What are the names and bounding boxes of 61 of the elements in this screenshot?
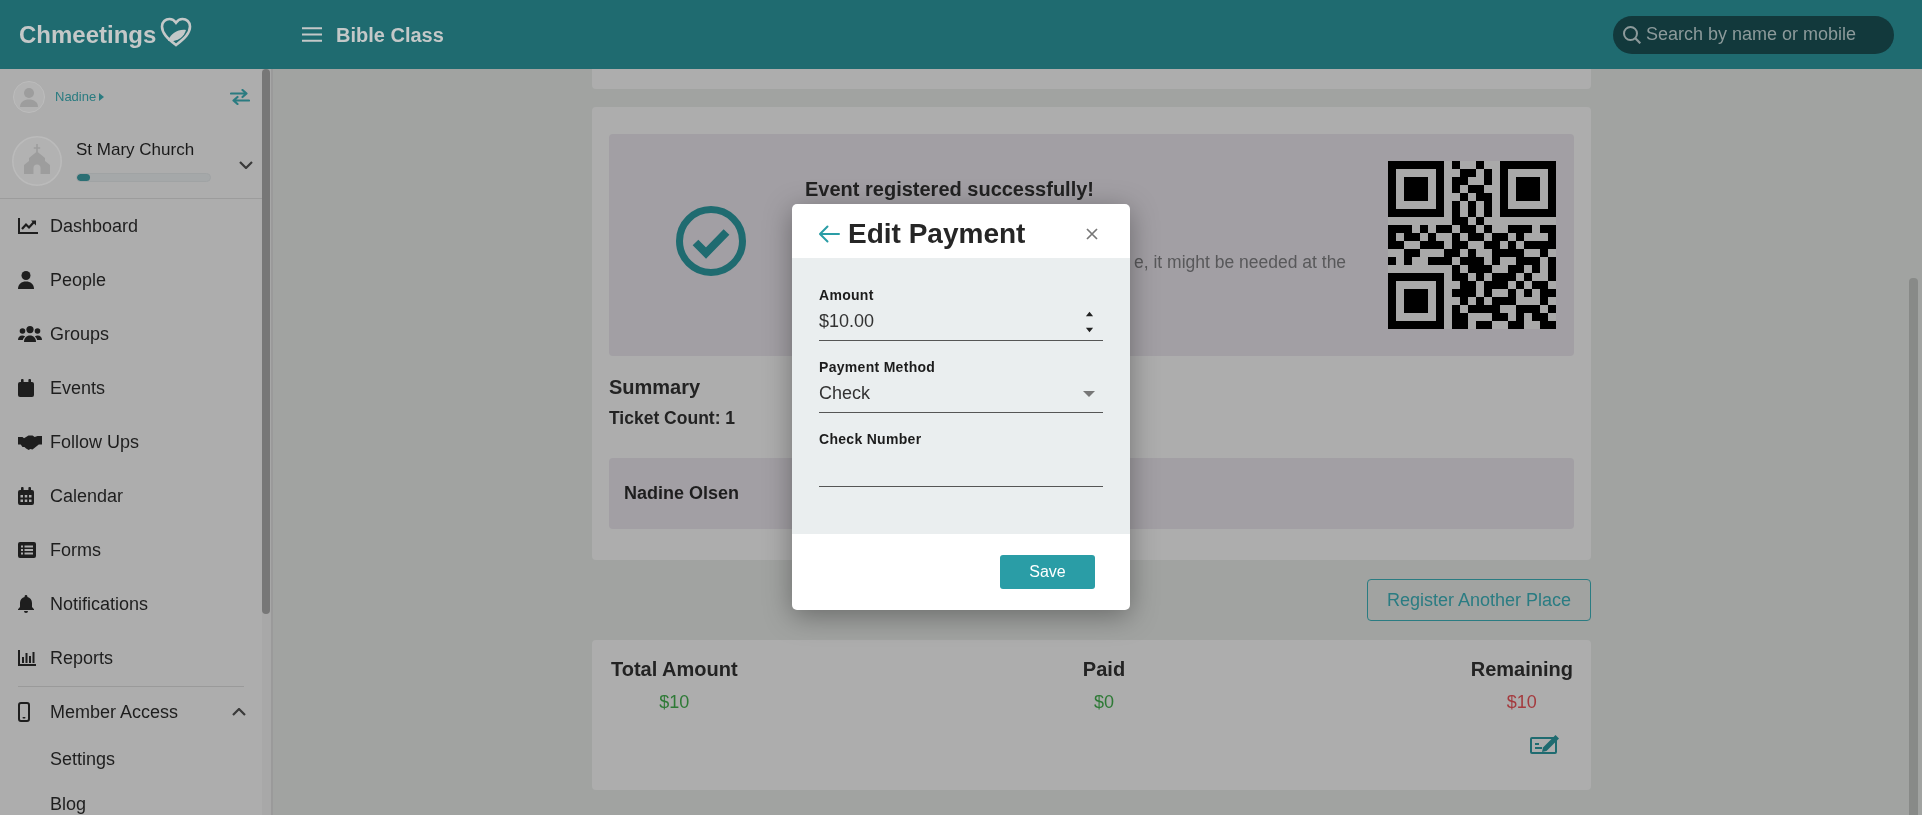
success-title: Event registered successfully! [805, 178, 1094, 201]
total-value: $10 [1506, 692, 1537, 713]
field-label: Payment Method [819, 359, 936, 375]
heart-leaf-icon [160, 15, 193, 48]
nav-item[interactable]: People [0, 253, 262, 307]
nav-item[interactable]: Reports [0, 631, 262, 685]
nav-item[interactable]: Follow Ups [0, 415, 262, 469]
nav-item[interactable]: Forms [0, 523, 262, 577]
back-arrow-icon[interactable] [818, 225, 840, 243]
modal-title: Edit Payment [848, 218, 1026, 250]
spinner-arrows-icon[interactable] [1085, 309, 1094, 334]
sub-nav-item[interactable]: Blog [0, 782, 262, 815]
dropdown[interactable]: Check [819, 375, 1103, 413]
chevron-down-icon[interactable] [239, 161, 253, 169]
page-title: Bible Class [336, 22, 444, 47]
handshake-icon [18, 434, 42, 450]
nav-item[interactable]: Calendar [0, 469, 262, 523]
number-input[interactable]: $10.00 [819, 303, 1103, 341]
nav-item[interactable]: Groups [0, 307, 262, 361]
success-message: e, it might be needed at the [1134, 252, 1347, 272]
calendar-icon [18, 379, 34, 397]
total-label: Total Amount [611, 658, 738, 681]
ticket-count: Ticket Count: 1 [609, 408, 736, 428]
logo-text: Chmeetings [19, 20, 157, 49]
card-pencil-icon[interactable] [1530, 734, 1560, 754]
total-value: $0 [1093, 692, 1114, 713]
nav-item[interactable]: Notifications [0, 577, 262, 631]
bell-icon [18, 595, 34, 613]
line-chart-icon [18, 218, 38, 234]
phone-icon [18, 702, 30, 722]
nav-item[interactable]: Events [0, 361, 262, 415]
caret-down-icon [1083, 390, 1095, 397]
nav-item[interactable]: Dashboard [0, 199, 262, 253]
scrollbar-thumb[interactable] [1908, 278, 1918, 815]
chevron-up-icon[interactable] [232, 708, 246, 716]
field-label: Check Number [819, 431, 922, 447]
attendee-name: Nadine Olsen [624, 483, 740, 504]
close-icon[interactable] [1086, 228, 1098, 240]
menu-icon[interactable] [302, 27, 322, 42]
search-icon [1623, 25, 1641, 44]
people-group-icon [18, 326, 42, 342]
swap-arrows-icon[interactable] [230, 88, 250, 105]
qr-code-icon [1388, 161, 1556, 329]
total-label: Remaining [1470, 658, 1573, 681]
calendar-grid-icon [18, 487, 34, 505]
check-circle-icon [676, 206, 746, 276]
bar-chart-icon [18, 650, 36, 666]
church-avatar-icon [12, 136, 62, 186]
total-label: Paid [1082, 658, 1126, 681]
avatar-icon [13, 80, 45, 113]
summary-heading: Summary [609, 376, 701, 399]
search-field[interactable]: Search by name or mobile [1613, 15, 1894, 54]
nav-item[interactable]: Member Access [0, 687, 262, 737]
total-value: $10 [659, 692, 690, 713]
list-icon [18, 542, 36, 558]
caret-right-icon [99, 92, 105, 101]
person-icon [18, 271, 34, 289]
sub-nav-item[interactable]: Settings [0, 737, 262, 782]
scrollbar-thumb[interactable] [262, 69, 270, 614]
church-name: St Mary Church [76, 140, 196, 159]
field-label: Amount [819, 287, 874, 303]
